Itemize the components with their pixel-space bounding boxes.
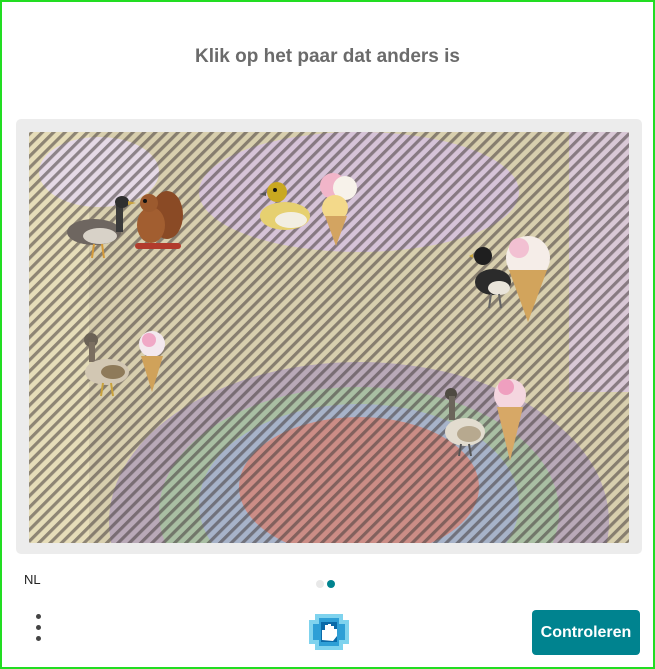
pagination-dot-2 (327, 579, 335, 588)
duck-image-2[interactable] (79, 328, 133, 398)
language-selector[interactable]: NL (24, 572, 41, 587)
hand-logo-icon (309, 614, 349, 650)
ice-cream-cone-image-3[interactable] (489, 377, 531, 463)
challenge-prompt: Klik op het paar dat anders is (194, 46, 461, 67)
submit-button[interactable]: Controleren (532, 610, 640, 655)
ice-cream-cone-image[interactable] (501, 232, 555, 324)
squirrel-image[interactable] (127, 187, 189, 257)
challenge-image[interactable] (29, 132, 629, 543)
more-vertical-icon[interactable] (30, 614, 46, 648)
duck-image-3[interactable] (437, 382, 489, 458)
ice-cream-cones-image[interactable] (305, 170, 365, 248)
pagination-dot-1 (316, 579, 324, 588)
ice-cream-cone-image-2[interactable] (135, 330, 169, 394)
captcha-frame: Klik op het paar dat anders is NL Contro… (0, 0, 655, 669)
pagination-dots (316, 575, 338, 593)
